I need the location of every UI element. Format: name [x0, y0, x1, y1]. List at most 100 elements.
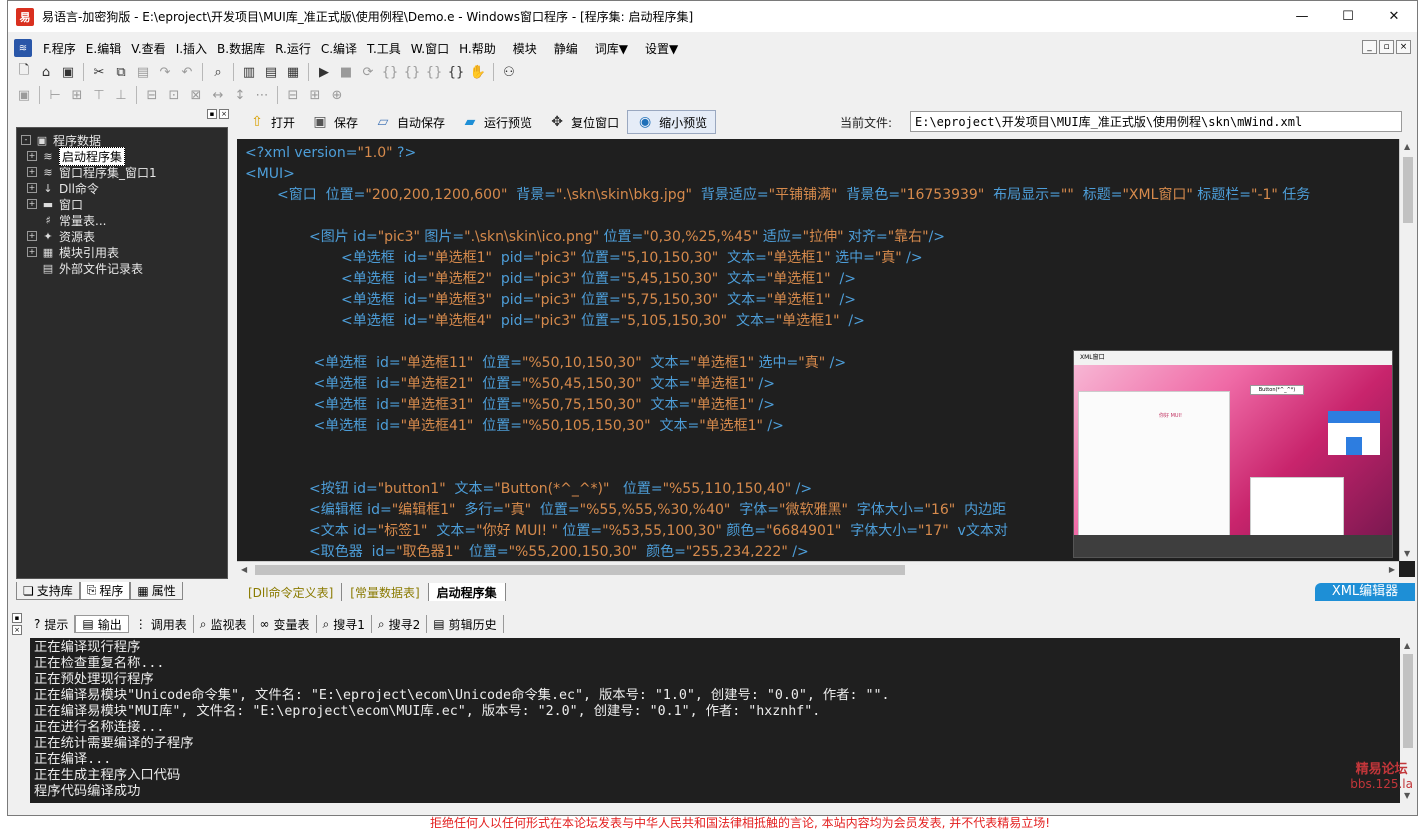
scroll-down-icon[interactable]: ▼: [1404, 791, 1410, 800]
layout1-icon[interactable]: ▥: [239, 62, 259, 82]
menu-edit[interactable]: E.编辑: [81, 40, 126, 57]
code-line[interactable]: [245, 206, 1395, 227]
binoculars-icon[interactable]: ⚇: [499, 62, 519, 82]
horizontal-scrollbar[interactable]: ◀ ▶: [237, 561, 1399, 577]
output-tab[interactable]: ⋮ 调用表: [129, 615, 194, 633]
vertical-scrollbar[interactable]: ▲ ▼: [1399, 139, 1415, 561]
same-size-icon[interactable]: ⊠: [186, 85, 206, 105]
code-line[interactable]: <图片 id="pic3" 图片=".\skn\skin\ico.png" 位置…: [245, 227, 1395, 248]
open-folder-icon[interactable]: ⌂: [36, 62, 56, 82]
tab-constant-table[interactable]: [常量数据表]: [342, 583, 429, 601]
align-grid-icon[interactable]: ▣: [14, 85, 34, 105]
center-h-icon[interactable]: ⊟: [283, 85, 303, 105]
scroll-thumb[interactable]: [1403, 654, 1413, 748]
menu-insert[interactable]: I.插入: [171, 40, 212, 57]
mdi-minimize-button[interactable]: _: [1362, 40, 1377, 54]
tab-support-library[interactable]: ❏ 支持库: [16, 582, 80, 600]
expand-icon[interactable]: +: [27, 183, 37, 193]
code-line[interactable]: <?xml version="1.0" ?>: [245, 143, 1395, 164]
undo-icon[interactable]: ↶: [177, 62, 197, 82]
cut-icon[interactable]: ✂: [89, 62, 109, 82]
project-tree[interactable]: - ▣ 程序数据 + ≋ 启动程序集 + ≋ 窗口程序集_窗口1 + ↓ Dll命令 + ▬ 窗口 ♯ 常量表.…: [16, 127, 228, 579]
output-tab[interactable]: ▤ 剪辑历史: [427, 615, 504, 633]
paste-icon[interactable]: ▤: [133, 62, 153, 82]
tree-item[interactable]: + ↓ Dll命令: [17, 180, 227, 196]
expand-icon[interactable]: +: [27, 151, 37, 161]
xml-editor-badge[interactable]: XML编辑器: [1315, 583, 1415, 601]
menu-static-compile[interactable]: 静编: [549, 40, 583, 57]
step-into-icon[interactable]: {}: [380, 62, 400, 82]
window-preview[interactable]: XML窗口 你好 MUI! Button(*^_^*): [1073, 350, 1393, 558]
code-line[interactable]: <窗口 位置="200,200,1200,600" 背景=".\skn\skin…: [245, 185, 1395, 206]
tree-item[interactable]: ▤ 外部文件记录表: [17, 260, 227, 276]
run-preview-button[interactable]: ▰ 运行预览: [453, 110, 540, 134]
same-height-icon[interactable]: ⊡: [164, 85, 184, 105]
h-space-icon[interactable]: ↔: [208, 85, 228, 105]
panel-minimize-button[interactable]: ▪: [207, 109, 217, 119]
tab-properties[interactable]: ▦ 属性: [130, 582, 183, 600]
output-tab[interactable]: ? 提示: [28, 615, 76, 633]
center-v-icon[interactable]: ⊞: [305, 85, 325, 105]
step-over-icon[interactable]: {}: [402, 62, 422, 82]
close-button[interactable]: ✕: [1371, 1, 1417, 32]
expand-icon[interactable]: +: [27, 199, 37, 209]
align-center-icon[interactable]: ⊞: [67, 85, 87, 105]
new-file-icon[interactable]: 🗋: [14, 62, 34, 82]
xml-code-editor[interactable]: <?xml version="1.0" ?> <MUI> <窗口 位置="200,2…: [237, 139, 1415, 577]
expand-icon[interactable]: +: [27, 167, 37, 177]
code-line[interactable]: <单选框 id="单选框3" pid="pic3" 位置="5,75,150,3…: [245, 290, 1395, 311]
scroll-down-icon[interactable]: ▼: [1404, 549, 1410, 558]
menu-module[interactable]: 模块: [501, 40, 549, 57]
save-icon[interactable]: ▣: [58, 62, 78, 82]
copy-icon[interactable]: ⧉: [111, 62, 131, 82]
scroll-left-icon[interactable]: ◀: [241, 565, 247, 574]
output-console[interactable]: 正在编译现行程序 正在检查重复名称... 正在预处理现行程序 正在编译易模块"Unic…: [30, 638, 1416, 803]
current-file-path-field[interactable]: E:\eproject\开发项目\MUI库_准正式版\使用例程\skn\mWin…: [910, 111, 1402, 132]
output-tab[interactable]: ⌕ 搜寻2: [372, 615, 428, 633]
tree-item[interactable]: + ≋ 启动程序集: [17, 146, 227, 166]
align-bottom-icon[interactable]: ⊥: [111, 85, 131, 105]
code-line[interactable]: <MUI>: [245, 164, 1395, 185]
distribute-icon[interactable]: ⋯: [252, 85, 272, 105]
mdi-restore-button[interactable]: ▫: [1379, 40, 1394, 54]
tab-startup-assembly[interactable]: 启动程序集: [428, 583, 506, 601]
run-to-cursor-icon[interactable]: {}: [446, 62, 466, 82]
layout2-icon[interactable]: ▤: [261, 62, 281, 82]
scroll-thumb[interactable]: [1403, 157, 1413, 223]
panel-close-button[interactable]: ×: [219, 109, 229, 119]
scroll-right-icon[interactable]: ▶: [1389, 565, 1395, 574]
expand-icon[interactable]: +: [27, 231, 37, 241]
find-icon[interactable]: ⌕: [208, 62, 228, 82]
code-line[interactable]: <单选框 id="单选框1" pid="pic3" 位置="5,10,150,3…: [245, 248, 1395, 269]
title-bar[interactable]: 易 易语言-加密狗版 - E:\eproject\开发项目\MUI库_准正式版\…: [8, 1, 1417, 32]
shrink-preview-button[interactable]: ◉ 缩小预览: [627, 110, 717, 134]
minimize-button[interactable]: —: [1279, 1, 1325, 32]
expand-icon[interactable]: +: [27, 247, 37, 257]
output-tab[interactable]: ⌕ 搜寻1: [317, 615, 372, 633]
run-icon[interactable]: ▶: [314, 62, 334, 82]
tab-dll-command-table[interactable]: [Dll命令定义表]: [240, 583, 343, 601]
mdi-close-button[interactable]: ×: [1396, 40, 1411, 54]
menu-database[interactable]: B.数据库: [212, 40, 270, 57]
maximize-button[interactable]: ☐: [1325, 1, 1371, 32]
output-minimize-button[interactable]: ▪: [12, 613, 22, 623]
collapse-icon[interactable]: -: [21, 135, 31, 145]
scroll-up-icon[interactable]: ▲: [1404, 641, 1410, 650]
output-tab[interactable]: ∞ 变量表: [254, 615, 317, 633]
menu-tools[interactable]: T.工具: [362, 40, 406, 57]
tree-item[interactable]: + ✦ 资源表: [17, 228, 227, 244]
align-left-icon[interactable]: ⊢: [45, 85, 65, 105]
redo-icon[interactable]: ↷: [155, 62, 175, 82]
code-line[interactable]: <单选框 id="单选框4" pid="pic3" 位置="5,105,150,…: [245, 311, 1395, 332]
code-line[interactable]: <单选框 id="单选框2" pid="pic3" 位置="5,45,150,3…: [245, 269, 1395, 290]
output-close-button[interactable]: ×: [12, 625, 22, 635]
menu-compile[interactable]: C.编译: [316, 40, 362, 57]
open-button[interactable]: ⇧ 打开: [240, 110, 303, 134]
tree-item[interactable]: + ▬ 窗口: [17, 196, 227, 212]
save-button[interactable]: ▣ 保存: [303, 110, 366, 134]
menu-run[interactable]: R.运行: [270, 40, 316, 57]
reset-window-button[interactable]: ✥ 复位窗口: [540, 110, 627, 134]
layout3-icon[interactable]: ▦: [283, 62, 303, 82]
same-width-icon[interactable]: ⊟: [142, 85, 162, 105]
step-out-icon[interactable]: {}: [424, 62, 444, 82]
